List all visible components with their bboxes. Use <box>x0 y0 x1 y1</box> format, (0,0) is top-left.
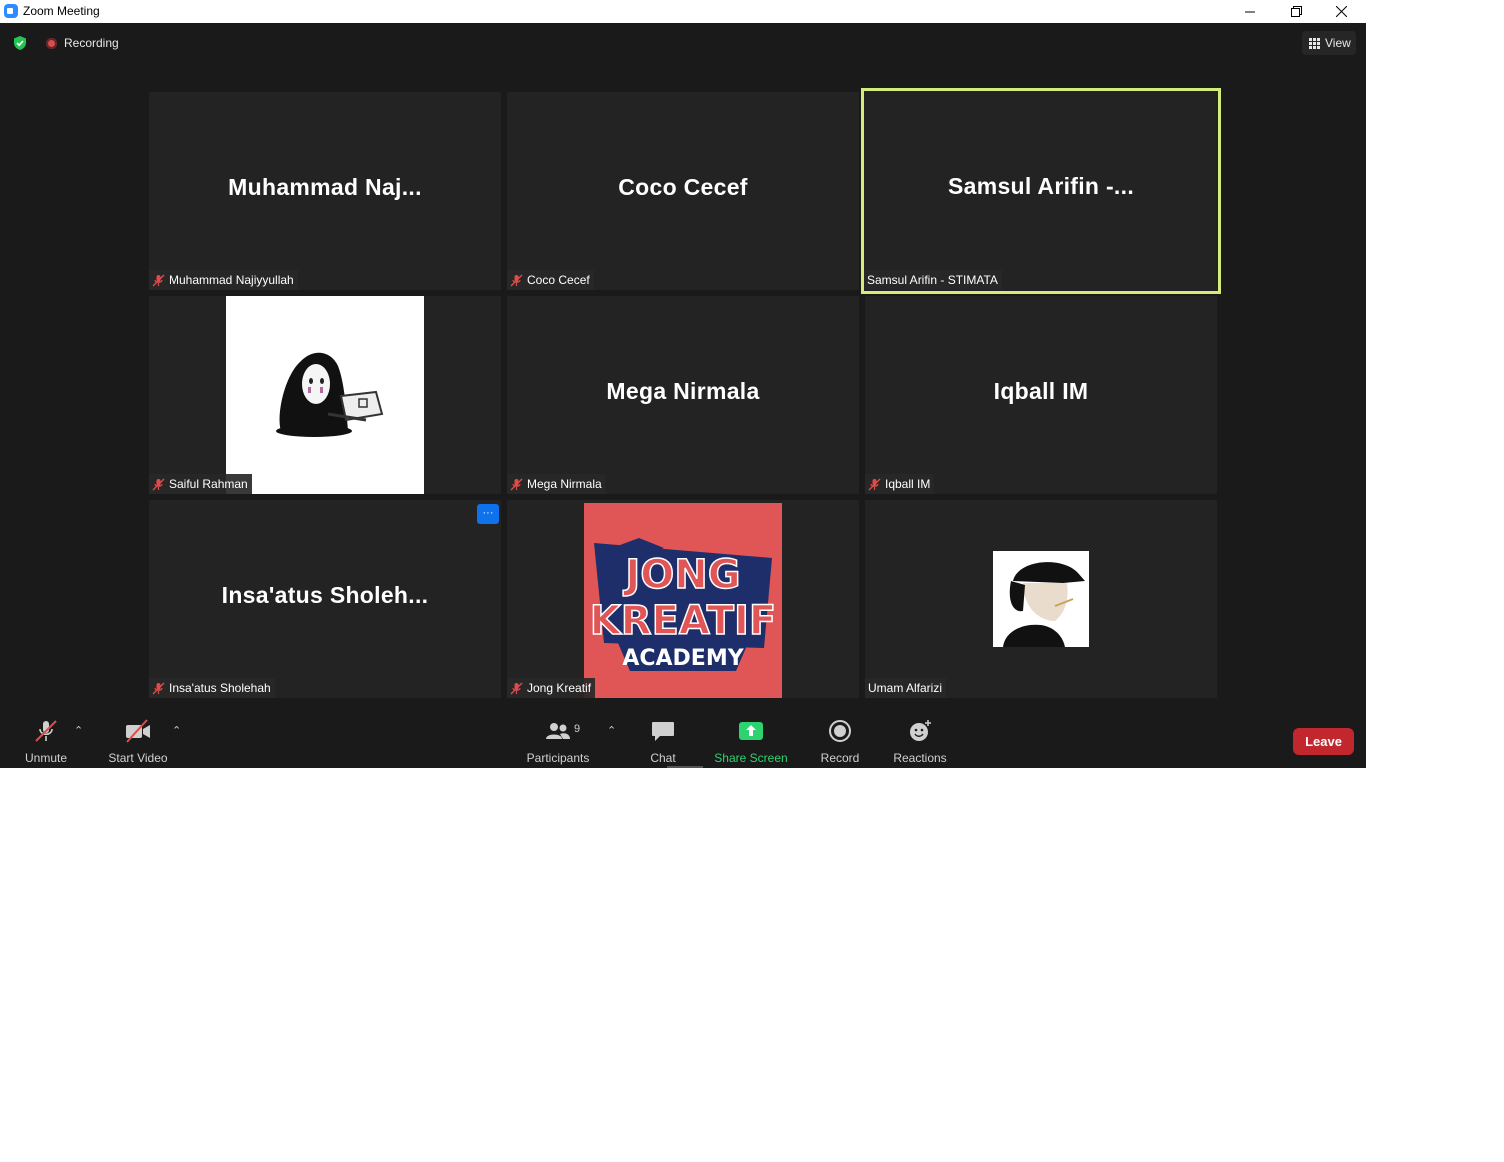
participant-tile[interactable]: Mega Nirmala Mega Nirmala <box>507 296 859 494</box>
zoom-logo-icon <box>4 4 18 18</box>
muted-mic-icon <box>510 478 523 490</box>
reactions-button[interactable]: Reactions <box>880 719 960 765</box>
participant-name: Insa'atus Sholehah <box>169 681 271 695</box>
participant-name-label: Coco Cecef <box>507 270 594 290</box>
participant-name-label: Saiful Rahman <box>149 474 252 494</box>
share-screen-label: Share Screen <box>714 751 788 765</box>
participant-display-name: Coco Cecef <box>618 174 748 200</box>
record-icon <box>829 720 851 742</box>
participant-name: Mega Nirmala <box>527 477 602 491</box>
share-screen-button[interactable]: Share Screen <box>711 719 791 765</box>
start-video-label: Start Video <box>108 751 168 765</box>
anime-character-icon <box>993 551 1089 647</box>
start-video-button[interactable]: Start Video <box>98 719 178 765</box>
muted-mic-icon <box>152 274 165 286</box>
participant-name-label: Iqball IM <box>865 474 935 494</box>
participant-name-label: Samsul Arifin - STIMATA <box>864 270 1002 290</box>
hooded-figure-laptop-icon <box>276 352 384 437</box>
video-options-caret-icon[interactable]: ⌃ <box>172 724 181 737</box>
participant-name: Iqball IM <box>885 477 931 491</box>
muted-microphone-icon <box>35 720 57 742</box>
participant-name-label: Muhammad Najiyyullah <box>149 270 298 290</box>
participant-name-label: Umam Alfarizi <box>865 678 947 698</box>
muted-mic-icon <box>510 682 523 694</box>
participant-display-name: Insa'atus Sholeh... <box>221 582 429 608</box>
muted-mic-icon <box>510 274 523 286</box>
participant-name: Muhammad Najiyyullah <box>169 273 294 287</box>
participant-name: Samsul Arifin - STIMATA <box>867 273 998 287</box>
participants-options-caret-icon[interactable]: ⌃ <box>607 724 616 737</box>
participant-display-name: Mega Nirmala <box>606 378 760 404</box>
participant-display-name: Iqball IM <box>993 378 1089 404</box>
toolbar-divider <box>667 766 703 768</box>
recording-label: Recording <box>64 36 119 50</box>
encryption-shield-icon[interactable] <box>12 35 28 51</box>
muted-mic-icon <box>152 478 165 490</box>
participant-avatar <box>993 551 1089 647</box>
participant-tile[interactable]: Muhammad Naj... Muhammad Najiyyullah <box>149 92 501 290</box>
participant-avatar <box>226 296 424 494</box>
record-button[interactable]: Record <box>800 719 880 765</box>
logo-text-kreatif: KREATIF <box>590 598 776 644</box>
record-label: Record <box>820 751 860 765</box>
participant-name-label: Insa'atus Sholehah <box>149 678 275 698</box>
participant-tile[interactable]: Coco Cecef Coco Cecef <box>507 92 859 290</box>
participant-tile[interactable]: Saiful Rahman <box>149 296 501 494</box>
recording-icon <box>46 38 57 49</box>
title-bar: Zoom Meeting <box>0 0 1366 23</box>
video-off-icon <box>126 719 150 743</box>
chat-label: Chat <box>650 751 676 765</box>
chat-bubble-icon <box>652 722 674 741</box>
participant-name: Coco Cecef <box>527 273 590 287</box>
minimize-button[interactable] <box>1227 0 1273 23</box>
participant-display-name: Muhammad Naj... <box>228 174 422 200</box>
participants-icon <box>546 723 570 739</box>
participant-name-label: Mega Nirmala <box>507 474 606 494</box>
close-icon <box>1335 6 1347 17</box>
window-title: Zoom Meeting <box>23 4 100 18</box>
participant-tile[interactable]: Iqball IM Iqball IM <box>865 296 1217 494</box>
view-label: View <box>1325 36 1351 50</box>
participant-tile[interactable]: Umam Alfarizi <box>865 500 1217 698</box>
logo-text-jong: JONG <box>622 552 740 598</box>
participant-name: Jong Kreatif <box>527 681 592 695</box>
restore-button[interactable] <box>1273 0 1319 23</box>
reactions-smiley-icon <box>910 720 931 741</box>
leave-button[interactable]: Leave <box>1293 728 1354 755</box>
reactions-label: Reactions <box>893 751 947 765</box>
muted-mic-icon <box>868 478 881 490</box>
participants-label: Participants <box>526 751 590 765</box>
participants-button[interactable]: Participants <box>518 719 598 765</box>
participant-tile[interactable]: JONG KREATIF ACADEMY Jong Kreatif <box>507 500 859 698</box>
share-screen-icon <box>739 722 763 740</box>
muted-mic-icon <box>152 682 165 694</box>
restore-icon <box>1290 6 1302 17</box>
participant-tile-active-speaker[interactable]: Samsul Arifin -... Samsul Arifin - STIMA… <box>861 88 1221 294</box>
participant-name: Umam Alfarizi <box>868 681 943 695</box>
jong-kreatif-logo: JONG KREATIF ACADEMY <box>584 503 782 698</box>
participants-count: 9 <box>574 723 581 735</box>
chat-button[interactable]: Chat <box>623 719 703 765</box>
close-button[interactable] <box>1318 0 1364 23</box>
participant-tile[interactable]: ··· Insa'atus Sholeh... Insa'atus Sholeh… <box>149 500 501 698</box>
participant-name: Saiful Rahman <box>169 477 248 491</box>
participant-name-label: Jong Kreatif <box>507 678 596 698</box>
view-button[interactable]: View <box>1302 31 1356 55</box>
academy-logo-icon: JONG KREATIF ACADEMY <box>589 538 777 671</box>
minimize-icon <box>1245 11 1255 12</box>
unmute-label: Unmute <box>24 751 68 765</box>
participant-display-name: Samsul Arifin -... <box>947 173 1135 199</box>
grid-view-icon <box>1309 37 1320 49</box>
logo-text-academy: ACADEMY <box>622 646 744 671</box>
more-options-button[interactable]: ··· <box>477 504 499 524</box>
audio-options-caret-icon[interactable]: ⌃ <box>74 724 83 737</box>
